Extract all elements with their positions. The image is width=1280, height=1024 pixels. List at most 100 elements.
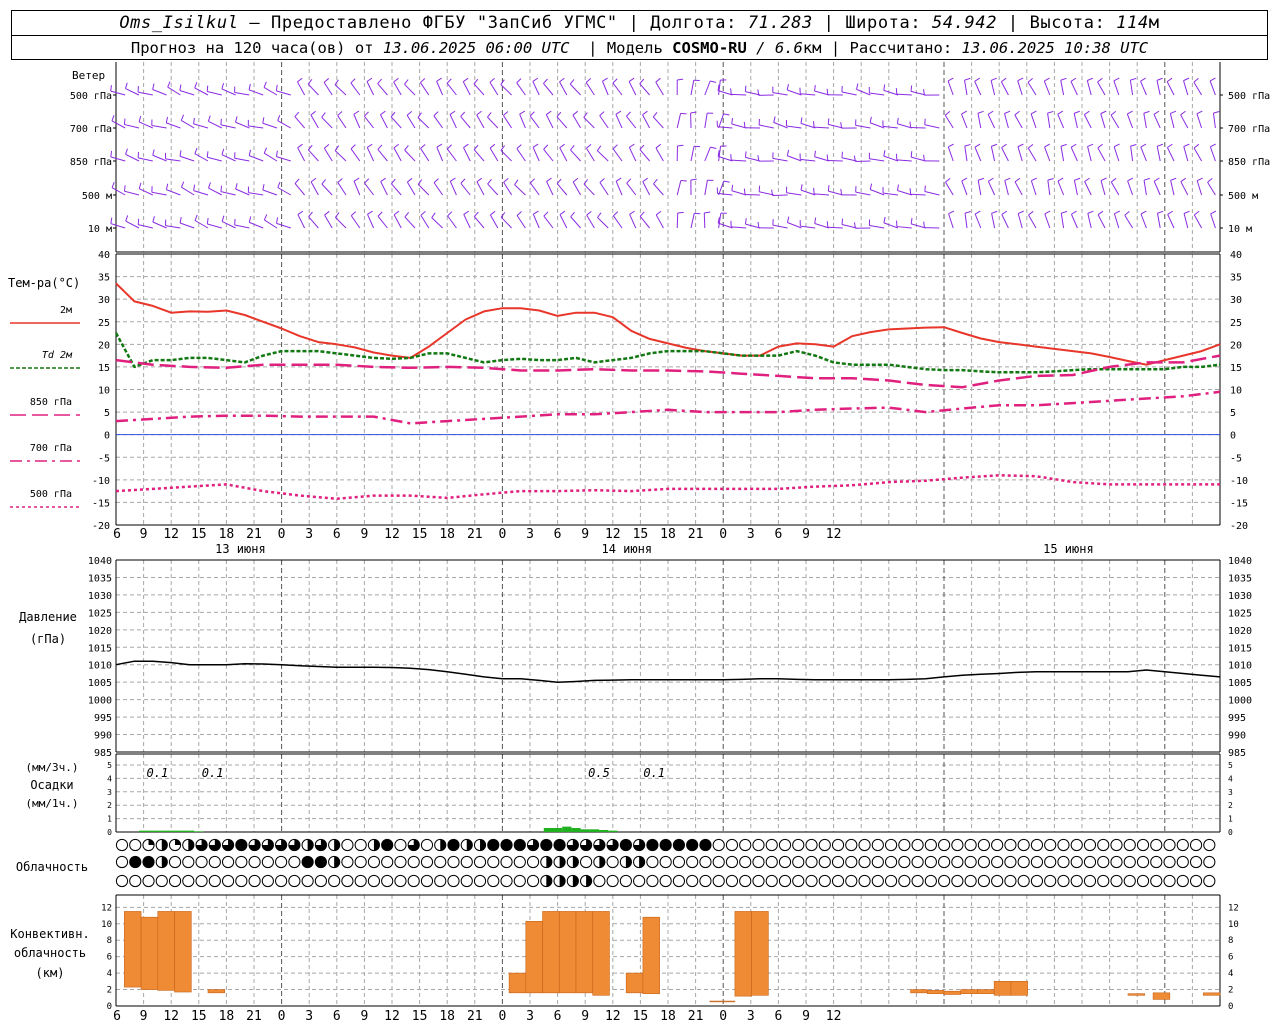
wind-barb-flag	[1004, 177, 1011, 181]
wind-barb-flag	[814, 150, 816, 157]
pressure-tick-label: 995	[94, 713, 112, 724]
precip-amount-label: 0.1	[202, 766, 224, 780]
temperature-tick-label: -5	[98, 453, 110, 464]
precip-tick-label-right: 1	[1228, 815, 1233, 824]
wind-barb	[263, 86, 278, 96]
wind-barb-flag	[572, 110, 578, 116]
wind-barb-flag	[597, 212, 602, 218]
wind-barb	[626, 182, 637, 196]
wind-barb	[208, 120, 223, 129]
wind-barb	[1113, 146, 1120, 162]
wind-barb	[350, 82, 361, 96]
wind-barb	[460, 182, 471, 196]
wind-barb	[759, 124, 774, 129]
wind-barb-flag	[323, 78, 330, 83]
wind-barb	[883, 192, 899, 196]
wind-barb	[321, 183, 333, 196]
cloud-cover-symbol	[1136, 838, 1150, 852]
cloud-cover-symbol	[208, 874, 221, 888]
convective-time-tick-label: 18	[219, 1009, 235, 1024]
wind-barb-flag	[655, 77, 661, 83]
wind-barb-flag	[677, 78, 684, 81]
wind-barb-flag	[977, 110, 984, 114]
pressure-tick-label-right: 990	[1228, 731, 1246, 742]
wind-barb-flag	[543, 144, 549, 150]
wind-barb-flag	[193, 117, 195, 124]
wind-barb	[179, 222, 195, 229]
wind-barb-flag	[433, 111, 439, 117]
convective-cloud-bar	[174, 911, 192, 993]
wind-barb	[262, 189, 278, 196]
wind-barb-flag	[1100, 177, 1107, 182]
temperature-tick-label: 30	[98, 295, 110, 306]
convective-time-tick-label: 9	[802, 1009, 810, 1024]
cloud-cover-symbol	[778, 855, 792, 869]
wind-barb-flag	[321, 112, 326, 118]
wind-barb	[404, 149, 416, 162]
wind-barb-flag	[180, 181, 185, 188]
wind-barb-flag	[826, 88, 829, 95]
wind-barb-flag	[487, 112, 492, 118]
wind-barb-flag	[1110, 110, 1117, 116]
wind-barb	[869, 122, 885, 129]
wind-barb-flag	[367, 210, 373, 215]
wind-barb-flag	[530, 178, 536, 184]
wind-barb	[138, 157, 153, 162]
wind-barb-flag	[165, 183, 169, 190]
wind-barb-flag	[1084, 110, 1090, 116]
wind-level-label-right: 500 м	[1228, 191, 1258, 202]
wind-barb-flag	[1193, 143, 1200, 149]
wind-barb-flag	[869, 183, 873, 190]
wind-barb	[1212, 113, 1216, 129]
wind-barb	[1004, 180, 1009, 196]
temperature-time-tick-label: 12	[605, 527, 621, 542]
wind-barb-flag	[1070, 77, 1077, 82]
wind-barb	[1140, 213, 1147, 229]
cloud-cover-symbol	[792, 838, 805, 852]
temperature-time-tick-label: 9	[802, 527, 810, 542]
convective-time-tick-label: 12	[605, 1009, 621, 1024]
cloud-cover-fill	[572, 875, 579, 887]
wind-barb	[249, 155, 264, 162]
cloud-cover-fill	[381, 839, 393, 851]
wind-barb-flag	[1143, 177, 1150, 181]
wind-barb	[827, 159, 843, 162]
cloud-cover-symbol	[1150, 838, 1163, 852]
wind-barb-flag	[450, 177, 456, 182]
convective-cloud-bar	[1152, 992, 1171, 1000]
wind-barb	[363, 115, 374, 129]
wind-level-label-right: 850 гПа	[1228, 157, 1270, 168]
wind-barb-flag	[559, 210, 566, 216]
wind-barb-flag	[1100, 110, 1107, 115]
wind-barb	[307, 83, 319, 96]
wind-barb	[628, 147, 637, 162]
wind-barb	[125, 153, 140, 162]
wind-barb	[717, 126, 733, 129]
wind-barb	[433, 182, 444, 196]
pressure-tick-label-right: 1010	[1228, 661, 1252, 672]
cloud-cover-symbol	[977, 838, 991, 852]
cloud-cover-symbol	[633, 874, 646, 888]
wind-barb-flag	[731, 117, 734, 125]
wind-barb-flag	[569, 79, 575, 85]
cloud-cover-fill	[599, 856, 605, 868]
temperature-time-tick-label: 6	[333, 527, 341, 542]
wind-level-label: 850 гПа	[70, 157, 112, 168]
wind-barb-flag	[1130, 77, 1137, 81]
wind-barb-flag	[974, 143, 981, 148]
wind-barb-flag	[407, 177, 413, 183]
wind-barb	[1129, 80, 1134, 96]
wind-barb	[1130, 146, 1134, 162]
wind-barb	[380, 181, 388, 196]
wind-barb	[814, 223, 830, 229]
wind-barb	[489, 81, 499, 96]
wind-barb-flag	[1028, 210, 1034, 216]
wind-barb-flag	[773, 116, 776, 123]
wind-barb	[1183, 80, 1189, 96]
wind-barb	[883, 222, 899, 229]
wind-barb-flag	[110, 85, 112, 92]
wind-barb	[1156, 80, 1161, 96]
cloud-cover-symbol	[288, 855, 301, 869]
wind-barb-flag	[110, 150, 113, 157]
precip-bar	[580, 829, 590, 832]
